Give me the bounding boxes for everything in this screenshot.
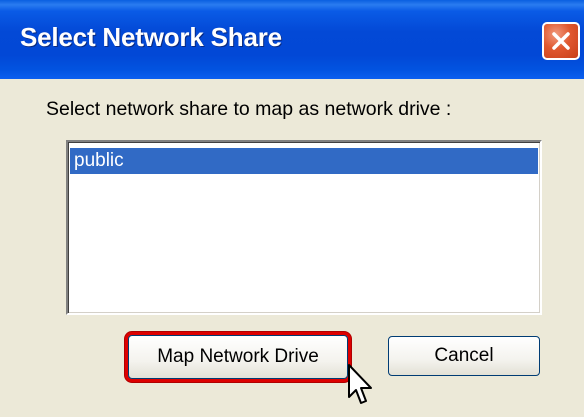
map-network-drive-button[interactable]: Map Network Drive — [128, 335, 348, 379]
share-listbox[interactable]: public — [66, 140, 542, 315]
list-item-public[interactable]: public — [70, 148, 538, 174]
prompt-label: Select network share to map as network d… — [46, 98, 452, 120]
cancel-button[interactable]: Cancel — [388, 336, 540, 376]
window-title: Select Network Share — [20, 22, 282, 52]
title-bar[interactable]: Select Network Share — [0, 0, 584, 79]
close-button[interactable] — [542, 22, 580, 60]
select-network-share-dialog: Select Network Share Select network shar… — [0, 0, 584, 417]
